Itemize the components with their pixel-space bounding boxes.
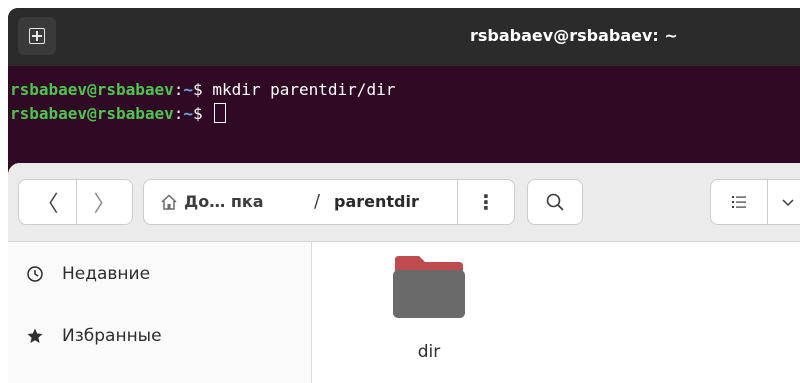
breadcrumb-home[interactable]: До… пка: [184, 192, 264, 211]
terminal-output[interactable]: rsbabaev@rsbabaev:~$ mkdir parentdir/dir…: [8, 78, 800, 126]
sidebar: Недавние Избранные: [8, 242, 312, 383]
file-item[interactable]: dir: [377, 256, 467, 366]
sidebar-item-label: Избранные: [62, 326, 162, 346]
sidebar-item-label: Недавние: [62, 264, 151, 284]
list-view-icon: [732, 196, 746, 208]
prompt-user: rsbabaev@rsbabaev: [10, 104, 174, 123]
path-bar: До… пка / parentdir ⋮: [143, 179, 515, 225]
search-icon: [546, 193, 564, 211]
view-buttons: [710, 179, 800, 225]
new-tab-icon: [29, 28, 45, 44]
terminal-cursor: [214, 103, 227, 123]
list-view-button[interactable]: [711, 180, 768, 224]
search-button[interactable]: [527, 179, 583, 225]
back-button[interactable]: 〈: [19, 180, 77, 224]
view-options-button[interactable]: [768, 180, 800, 224]
prompt-symbol: $: [193, 80, 213, 99]
prompt-sep: :: [173, 80, 184, 99]
prompt-sep: :: [173, 104, 184, 123]
terminal-line: rsbabaev@rsbabaev:~$ mkdir parentdir/dir: [10, 78, 800, 102]
navigation-buttons: 〈 〉: [18, 179, 133, 225]
file-manager-window: 〈 〉 До… пка / parentdir ⋮ Недавние Избра…: [8, 163, 800, 383]
breadcrumb-current[interactable]: parentdir: [334, 192, 419, 211]
prompt-symbol: $: [193, 104, 213, 123]
terminal-title: rsbabaev@rsbabaev: ~: [470, 26, 678, 45]
clock-icon: [24, 265, 46, 283]
terminal-line: rsbabaev@rsbabaev:~$: [10, 102, 800, 126]
breadcrumb-separator: /: [314, 191, 321, 212]
sidebar-item-recent[interactable]: Недавние: [8, 246, 311, 302]
terminal-header: rsbabaev@rsbabaev: ~: [8, 8, 800, 66]
prompt-path: ~: [183, 104, 194, 123]
forward-button[interactable]: 〉: [76, 180, 133, 224]
file-name: dir: [417, 342, 441, 362]
home-icon: [161, 194, 177, 210]
prompt-path: ~: [183, 80, 194, 99]
sidebar-item-starred[interactable]: Избранные: [8, 308, 311, 364]
terminal-command: mkdir parentdir/dir: [212, 80, 396, 99]
chevron-down-icon: [782, 199, 794, 207]
file-view: dir: [312, 242, 800, 383]
star-icon: [24, 327, 46, 345]
file-manager-header: 〈 〉 До… пка / parentdir ⋮: [8, 163, 800, 242]
folder-icon: [393, 256, 465, 318]
folder-menu-button[interactable]: ⋮: [458, 180, 514, 224]
prompt-user: rsbabaev@rsbabaev: [10, 80, 174, 99]
new-tab-button[interactable]: [18, 17, 56, 55]
